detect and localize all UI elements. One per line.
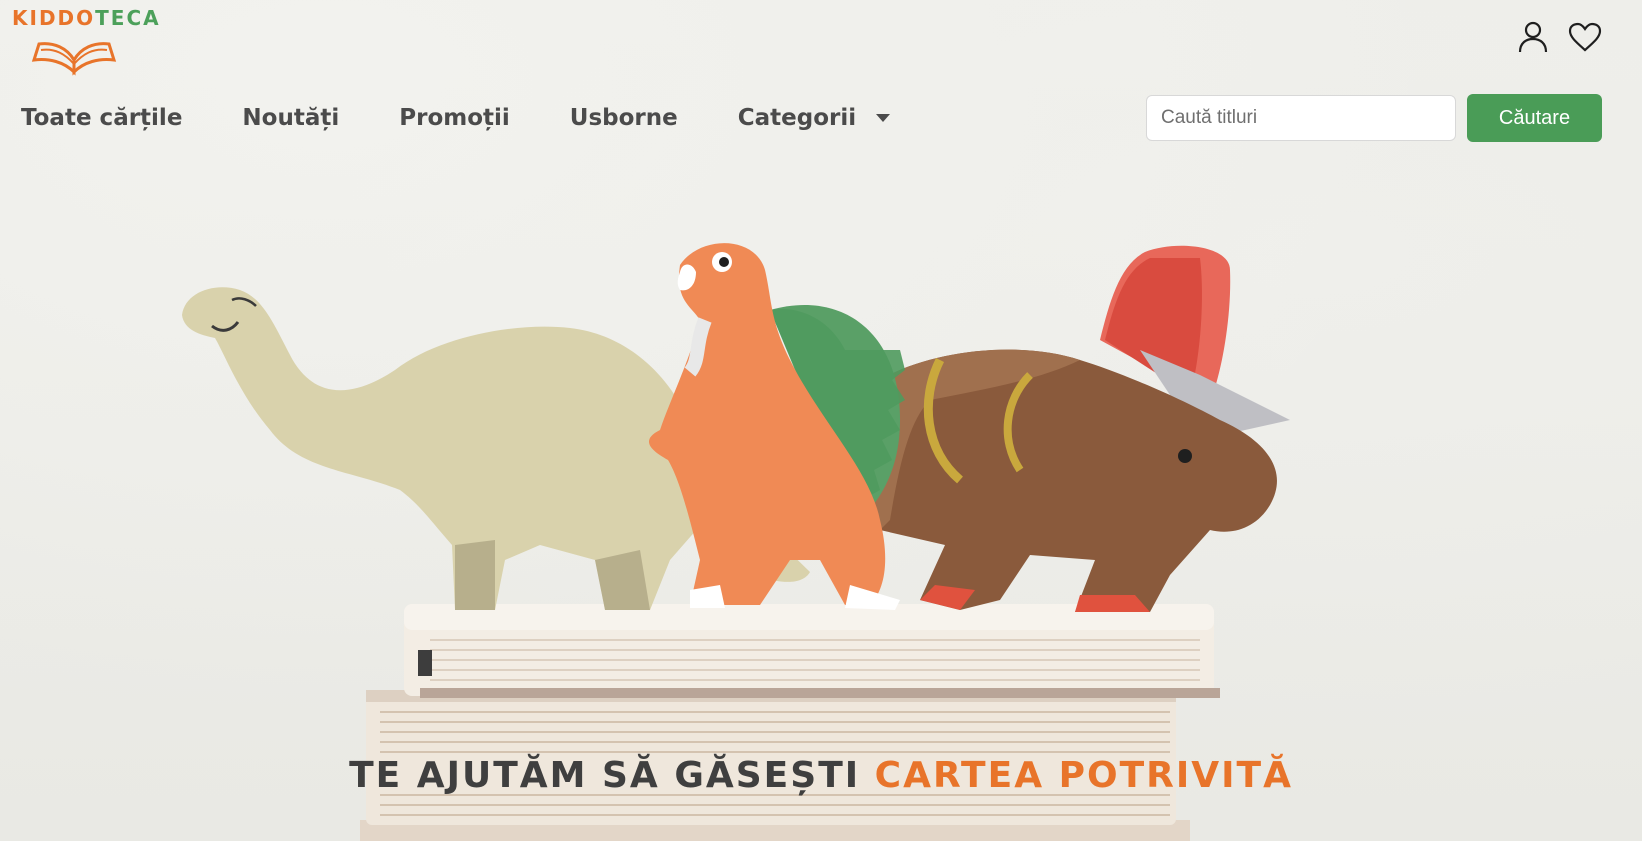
heart-icon[interactable]: [1568, 20, 1602, 54]
tagline-highlight: CARTEA POTRIVITĂ: [874, 755, 1293, 796]
nav-item-label: Usborne: [569, 105, 678, 131]
nav-item-promotii[interactable]: Promoții: [399, 105, 510, 131]
open-book-icon: [31, 42, 117, 76]
triceratops-illustration: [872, 245, 1290, 612]
orange-dinosaur-illustration: [648, 243, 905, 610]
nav-item-toate-cartile[interactable]: Toate cărțile: [21, 105, 182, 131]
main-nav: Toate cărțile Noutăți Promoții Usborne C…: [21, 96, 950, 140]
logo-wordmark-part1: KIDDO: [12, 6, 96, 30]
user-icon[interactable]: [1516, 20, 1550, 54]
nav-item-label: Promoții: [399, 105, 510, 131]
logo-wordmark: KIDDOTECA: [12, 6, 159, 30]
tagline-part1: TE AJUTĂM SĂ GĂSEȘTI: [349, 755, 875, 796]
hero-tagline: TE AJUTĂM SĂ GĂSEȘTI CARTEA POTRIVITĂ: [0, 755, 1642, 796]
nav-item-label: Categorii: [737, 105, 857, 131]
search-input[interactable]: [1146, 95, 1456, 141]
nav-item-usborne[interactable]: Usborne: [570, 105, 678, 131]
logo-wordmark-part2: TECA: [95, 6, 161, 30]
chevron-down-icon: [876, 114, 891, 122]
nav-item-label: Toate cărțile: [21, 105, 183, 131]
nav-item-categorii-dropdown[interactable]: Categorii: [737, 105, 891, 131]
kiddoteca-logo[interactable]: KIDDOTECA: [12, 6, 159, 76]
search-box: [1146, 95, 1456, 141]
books-stack-illustration: [360, 604, 1220, 841]
nav-item-noutati[interactable]: Noutăți: [242, 105, 339, 131]
search-button[interactable]: Căutare: [1467, 94, 1602, 142]
header-actions: [1516, 20, 1602, 54]
nav-item-label: Noutăți: [242, 105, 340, 131]
